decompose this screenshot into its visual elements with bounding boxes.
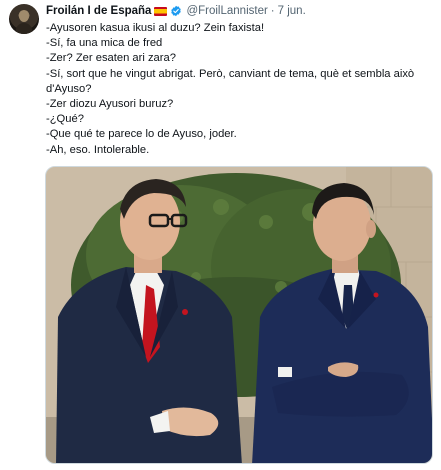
- tweet-header: Froilán I de España @FroilLannister · 7 …: [46, 3, 306, 19]
- tweet-text-line: -Zer? Zer esaten ari zara?: [46, 52, 176, 65]
- author-handle[interactable]: @FroilLannister: [186, 3, 267, 19]
- verified-badge-icon: [171, 5, 182, 17]
- author-display-name[interactable]: Froilán I de España: [46, 3, 151, 19]
- tweet-text-line: -Sí, sort que he vingut abrigat. Però, c…: [46, 67, 415, 80]
- tweet-text-line: -Que qué te parece lo de Ayuso, joder.: [46, 128, 237, 141]
- tweet-text-line: -Zer diozu Ayusori buruz?: [46, 98, 174, 111]
- spain-flag-icon: [154, 6, 168, 16]
- tweet[interactable]: Froilán I de España @FroilLannister · 7 …: [0, 0, 441, 470]
- tweet-text-line: -Ah, eso. Intolerable.: [46, 143, 150, 156]
- avatar[interactable]: [9, 4, 39, 34]
- tweet-photo[interactable]: [45, 166, 433, 464]
- tweet-text-line: -Ayusoren kasua ikusi al duzu? Zein faxi…: [46, 22, 265, 34]
- tweet-text-line: -¿Qué?: [46, 113, 84, 126]
- separator-dot: ·: [270, 5, 275, 17]
- tweet-text-line: -Sí, fa una mica de fred: [46, 37, 163, 50]
- tweet-text: -Ayusoren kasua ikusi al duzu? Zein faxi…: [46, 21, 436, 158]
- tweet-text-line: d'Ayuso?: [46, 82, 92, 95]
- tweet-date[interactable]: 7 jun.: [278, 3, 306, 19]
